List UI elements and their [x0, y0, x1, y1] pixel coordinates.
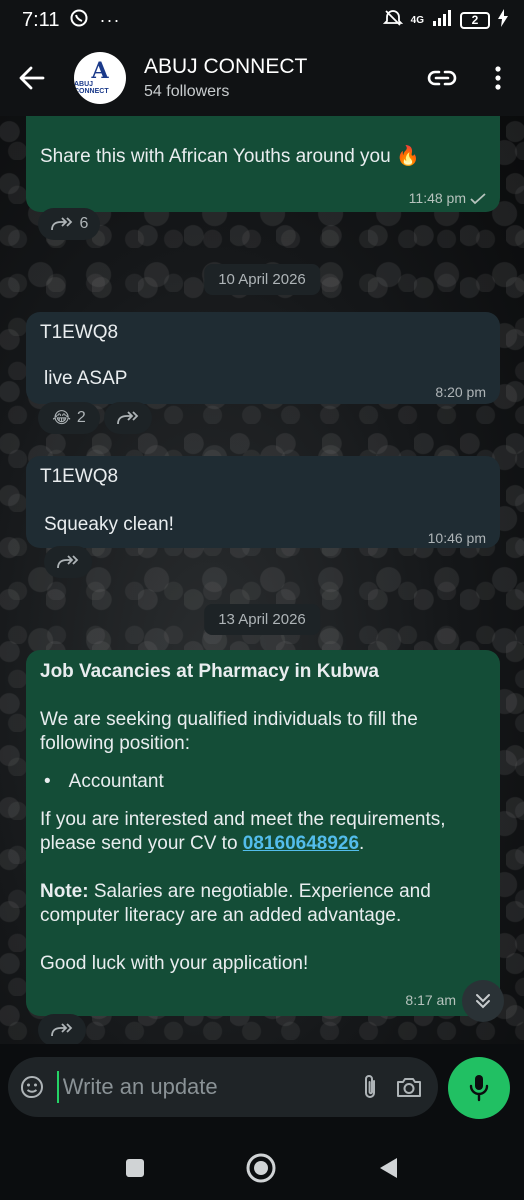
contact-end: . [359, 833, 365, 854]
triangle-back-icon [380, 1157, 397, 1178]
message-meta: 8:20 pm [435, 380, 486, 405]
phone-link[interactable]: 08160648926 [243, 833, 359, 854]
network-type: 4G [410, 14, 424, 26]
message-time: 8:17 am [405, 992, 456, 1008]
chat-area[interactable]: Share this with African Youths around yo… [0, 116, 524, 1044]
forward-icon [117, 411, 139, 425]
forward-button[interactable] [104, 402, 152, 434]
job-note: Note: Salaries are negotiable. Experienc… [40, 880, 486, 928]
channel-header: A ABUJ CONNECT ABUJ CONNECT 54 followers [0, 40, 524, 116]
signal-icon [432, 9, 452, 31]
sent-check-icon [470, 192, 486, 204]
alarm-off-icon [382, 8, 403, 33]
date-separator: 13 April 2026 [204, 604, 320, 635]
attach-button[interactable] [351, 1073, 390, 1101]
square-recents-icon [126, 1158, 144, 1177]
message-time: 8:20 pm [435, 384, 486, 400]
voice-record-button[interactable] [448, 1057, 510, 1119]
battery-indicator: 2 [460, 11, 490, 29]
reaction-emoji: 😂 [52, 410, 71, 427]
message-bubble[interactable]: T1EWQ8 live ASAP 8:20 pm [26, 312, 500, 404]
composer [0, 1044, 524, 1140]
channel-avatar[interactable]: A ABUJ CONNECT [74, 52, 126, 104]
message-bubble[interactable]: Job Vacancies at Pharmacy in Kubwa We ar… [26, 650, 500, 1016]
job-paragraph: We are seeking qualified individuals to … [40, 709, 418, 754]
message-sender: T1EWQ8 [40, 466, 119, 487]
date-separator: 10 April 2026 [204, 264, 320, 295]
recents-button[interactable] [125, 1158, 145, 1183]
camera-icon [396, 1078, 421, 1097]
paperclip-icon [365, 1075, 376, 1098]
more-options-button[interactable] [472, 40, 524, 116]
bullet-dot: • [44, 771, 51, 792]
note-label: Note: [40, 881, 89, 902]
double-chevron-down-icon [476, 994, 490, 1009]
message-meta: 10:46 pm [428, 526, 486, 551]
whatsapp-status-icon [69, 8, 89, 33]
forward-icon [51, 1023, 73, 1037]
microphone-icon [469, 1075, 489, 1102]
job-position: Accountant [68, 771, 164, 792]
scroll-to-bottom-button[interactable] [462, 980, 504, 1022]
forward-icon [57, 555, 79, 569]
system-nav-bar [0, 1140, 524, 1200]
job-title: Job Vacancies at Pharmacy in Kubwa [40, 661, 379, 682]
sticker-icon [21, 1076, 44, 1098]
reaction-pill[interactable]: 😂 2 [38, 402, 100, 434]
message-time: 10:46 pm [427, 530, 486, 546]
job-bullet: • Accountant [40, 770, 486, 794]
forward-button[interactable] [38, 1014, 86, 1044]
message-time: 11:48 pm [408, 190, 466, 206]
message-text: Squeaky clean! [44, 514, 174, 535]
message-sender: T1EWQ8 [40, 322, 119, 343]
status-time: 7:11 [22, 8, 60, 31]
message-bubble[interactable]: Share this with African Youths around yo… [26, 116, 500, 212]
back-button[interactable] [0, 40, 64, 116]
message-bubble[interactable]: T1EWQ8 Squeaky clean! 10:46 pm [26, 456, 500, 548]
update-input[interactable] [56, 1071, 351, 1103]
sticker-button[interactable] [8, 1074, 57, 1100]
message-text: live ASAP [44, 368, 128, 389]
channel-name: ABUJ CONNECT [144, 55, 308, 78]
more-notifications-icon: ··· [99, 9, 121, 30]
forward-icon [50, 217, 72, 231]
back-arrow-icon [19, 66, 45, 90]
charging-icon [498, 8, 508, 32]
channel-title-block[interactable]: ABUJ CONNECT 54 followers [144, 55, 412, 101]
message-text: Share this with African Youths around yo… [40, 146, 420, 167]
circle-home-icon [246, 1153, 276, 1182]
back-nav-button[interactable] [377, 1156, 399, 1185]
job-closing: Good luck with your application! [40, 953, 309, 974]
input-pill [8, 1057, 438, 1117]
message-meta: 11:48 pm [409, 186, 486, 211]
home-button[interactable] [245, 1152, 277, 1189]
forward-count-pill[interactable]: 6 [38, 208, 100, 240]
job-contact-paragraph: If you are interested and meet the requi… [40, 808, 486, 856]
followers-count: 54 followers [144, 83, 230, 100]
forward-button[interactable] [44, 546, 92, 578]
message-meta: 8:17 am [405, 988, 456, 1012]
link-icon [427, 70, 457, 86]
note-text: Salaries are negotiable. Experience and … [40, 881, 431, 926]
avatar-logo-initial: A [91, 58, 109, 84]
forward-count: 6 [79, 215, 89, 232]
reaction-count: 2 [76, 409, 86, 426]
avatar-logo-text: ABUJ CONNECT [74, 81, 109, 95]
kebab-menu-icon [495, 66, 501, 90]
status-bar: 7:11 ··· 4G 2 [0, 0, 524, 40]
link-button[interactable] [412, 40, 472, 116]
camera-button[interactable] [389, 1075, 428, 1099]
